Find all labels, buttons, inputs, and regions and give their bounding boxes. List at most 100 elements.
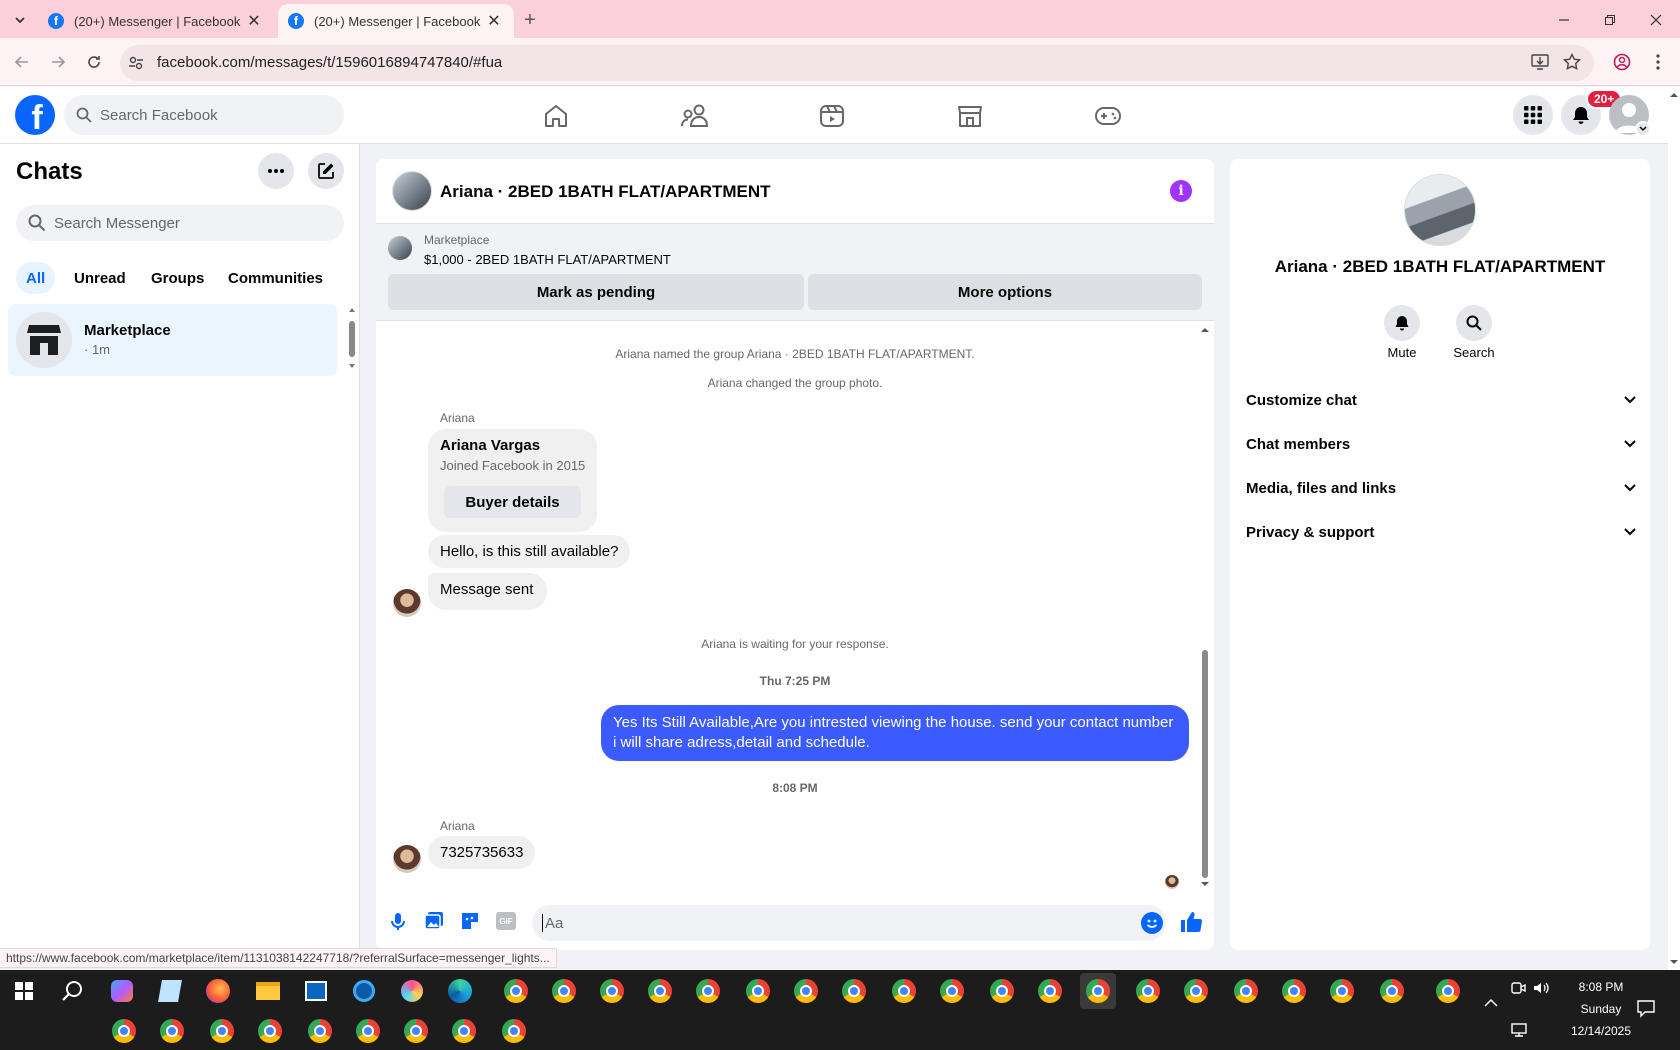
- nav-friends-icon[interactable]: [671, 96, 719, 136]
- chrome-window-icon[interactable]: [984, 973, 1020, 1009]
- browser-tab-1[interactable]: f (20+) Messenger | Facebook ✕: [38, 4, 274, 38]
- filter-all[interactable]: All: [16, 262, 56, 294]
- copilot-icon[interactable]: [104, 973, 140, 1009]
- chrome-window-icon[interactable]: [1324, 973, 1360, 1009]
- details-avatar[interactable]: [1404, 174, 1476, 246]
- chrome-window-icon[interactable]: [886, 973, 922, 1009]
- media-files-links-section[interactable]: Media, files and links: [1246, 468, 1636, 508]
- message-composer-input[interactable]: Aa: [532, 905, 1166, 941]
- chrome-window-icon[interactable]: [1228, 973, 1264, 1009]
- notification-center-icon[interactable]: [1636, 998, 1656, 1018]
- bookmark-star-icon[interactable]: [1560, 50, 1584, 74]
- nav-marketplace-icon[interactable]: [946, 96, 994, 136]
- browser-menu-icon[interactable]: [1646, 50, 1670, 74]
- forward-arrow-icon[interactable]: [46, 50, 70, 74]
- chrome-window-icon[interactable]: [788, 973, 824, 1009]
- emoji-icon[interactable]: [1141, 912, 1163, 934]
- mute-bell-icon[interactable]: [1384, 305, 1420, 341]
- chrome-window-icon[interactable]: [1430, 973, 1466, 1009]
- reload-icon[interactable]: [82, 50, 106, 74]
- network-icon[interactable]: [1510, 1022, 1528, 1038]
- search-label[interactable]: Search: [1444, 345, 1504, 360]
- back-arrow-icon[interactable]: [10, 50, 34, 74]
- close-tab-icon[interactable]: ✕: [244, 11, 264, 31]
- message-bubble[interactable]: Hello, is this still available?: [428, 535, 631, 568]
- chrome-window-icon[interactable]: [1374, 973, 1410, 1009]
- chrome-window-icon[interactable]: [446, 1013, 482, 1049]
- chrome-window-icon[interactable]: [302, 1013, 338, 1049]
- chrome-window-icon[interactable]: [106, 1013, 142, 1049]
- profile-icon[interactable]: [1610, 50, 1634, 74]
- info-icon[interactable]: i: [1170, 180, 1192, 202]
- chrome-window-icon[interactable]: [350, 1013, 386, 1049]
- volume-icon[interactable]: [1532, 980, 1550, 996]
- ariana-avatar[interactable]: [393, 589, 421, 617]
- paint-app-icon[interactable]: [394, 973, 430, 1009]
- chrome-window-icon[interactable]: [154, 1013, 190, 1049]
- buyer-details-button[interactable]: Buyer details: [444, 486, 581, 518]
- conversation-scrollbar[interactable]: [1200, 324, 1210, 890]
- chrome-window-icon[interactable]: [398, 1013, 434, 1049]
- restore-window-icon[interactable]: [1598, 8, 1622, 32]
- filter-unread[interactable]: Unread: [64, 262, 136, 294]
- minimize-window-icon[interactable]: [1552, 8, 1576, 32]
- menu-grid-icon[interactable]: [1513, 95, 1553, 135]
- message-bubble[interactable]: Message sent: [428, 573, 548, 610]
- close-window-icon[interactable]: [1644, 8, 1668, 32]
- remote-app-icon[interactable]: [298, 973, 334, 1009]
- browser-tab-2-active[interactable]: f (20+) Messenger | Facebook ✕: [278, 4, 514, 38]
- privacy-support-section[interactable]: Privacy & support: [1246, 512, 1636, 552]
- chrome-window-icon[interactable]: [740, 973, 776, 1009]
- message-bubble[interactable]: 7325735633: [428, 836, 536, 869]
- chat-list-scrollbar[interactable]: [348, 305, 356, 373]
- more-options-button[interactable]: More options: [808, 274, 1202, 310]
- chrome-window-icon[interactable]: [496, 1013, 532, 1049]
- account-chevron-down-icon[interactable]: [1635, 121, 1651, 137]
- conversation-avatar[interactable]: [392, 171, 432, 211]
- customize-chat-section[interactable]: Customize chat: [1246, 380, 1636, 420]
- ariana-avatar[interactable]: [393, 845, 421, 873]
- mark-as-pending-button[interactable]: Mark as pending: [388, 274, 804, 310]
- filter-groups[interactable]: Groups: [141, 262, 214, 294]
- chrome-window-icon[interactable]: [690, 973, 726, 1009]
- new-tab-plus-icon[interactable]: +: [518, 8, 542, 32]
- facebook-search-input[interactable]: Search Facebook: [64, 95, 344, 135]
- windows-start-icon[interactable]: [6, 973, 42, 1009]
- clock-date[interactable]: 12/14/2025: [1562, 1024, 1640, 1038]
- close-tab-icon[interactable]: ✕: [484, 11, 504, 31]
- file-explorer-icon[interactable]: [250, 973, 286, 1009]
- filter-communities[interactable]: Communities: [218, 262, 333, 294]
- search-conversation-icon[interactable]: [1456, 305, 1492, 341]
- listing-price-title[interactable]: $1,000 - 2BED 1BATH FLAT/APARTMENT: [424, 252, 671, 267]
- chrome-window-icon[interactable]: [252, 1013, 288, 1049]
- messenger-search-input[interactable]: Search Messenger: [16, 205, 344, 241]
- outgoing-message-bubble[interactable]: Yes Its Still Available,Are you intreste…: [601, 705, 1189, 761]
- chrome-window-icon[interactable]: [1130, 973, 1166, 1009]
- app-icon[interactable]: [346, 973, 382, 1009]
- gif-icon[interactable]: GIF: [496, 912, 516, 930]
- clock-day[interactable]: Sunday: [1562, 1002, 1640, 1016]
- meet-now-icon[interactable]: [1510, 980, 1526, 996]
- chrome-window-icon[interactable]: [934, 973, 970, 1009]
- taskbar-search-icon[interactable]: [54, 973, 90, 1009]
- chrome-window-icon-active[interactable]: [1080, 973, 1116, 1009]
- conversation-title[interactable]: Ariana · 2BED 1BATH FLAT/APARTMENT: [440, 182, 771, 202]
- facebook-logo-icon[interactable]: f: [15, 95, 55, 135]
- listing-thumbnail[interactable]: [388, 236, 412, 260]
- chrome-window-icon[interactable]: [642, 973, 678, 1009]
- chrome-window-icon[interactable]: [1032, 973, 1068, 1009]
- url-text[interactable]: facebook.com/messages/t/1596016894747840…: [157, 54, 502, 71]
- page-scrollbar[interactable]: [1668, 87, 1680, 970]
- chats-more-icon[interactable]: [258, 153, 294, 189]
- chrome-window-icon[interactable]: [594, 973, 630, 1009]
- show-hidden-icons-chevron-icon[interactable]: [1484, 998, 1498, 1008]
- notes-app-icon[interactable]: [152, 973, 188, 1009]
- clock-time[interactable]: 8:08 PM: [1562, 980, 1640, 994]
- mute-label[interactable]: Mute: [1372, 345, 1432, 360]
- chrome-window-icon[interactable]: [1276, 973, 1312, 1009]
- new-message-compose-icon[interactable]: [308, 153, 344, 189]
- install-app-icon[interactable]: [1528, 50, 1552, 74]
- photo-gallery-icon[interactable]: [424, 911, 444, 931]
- nav-home-icon[interactable]: [532, 96, 580, 136]
- thumbs-up-like-icon[interactable]: [1180, 911, 1202, 933]
